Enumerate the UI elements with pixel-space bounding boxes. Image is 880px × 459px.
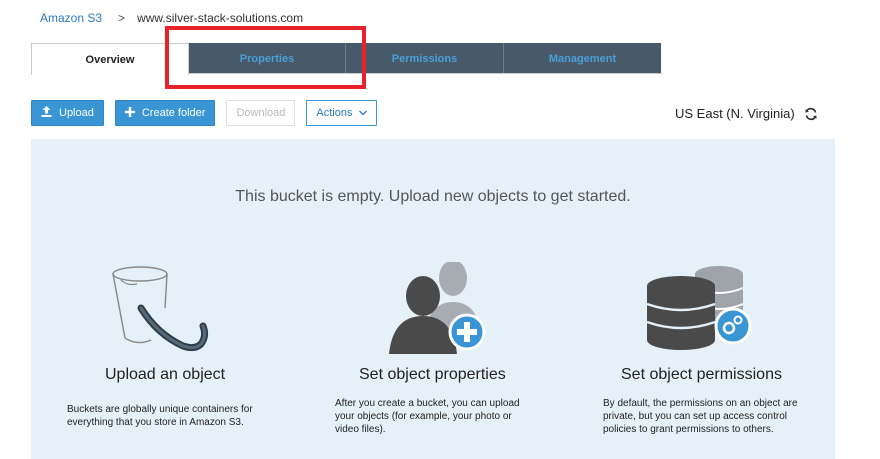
- upload-object-description: Buckets are globally unique containers f…: [67, 403, 253, 429]
- upload-button[interactable]: Upload: [31, 100, 104, 126]
- set-properties-description: After you create a bucket, you can uploa…: [335, 397, 520, 436]
- breadcrumb-bucket-name: www.silver-stack-solutions.com: [137, 11, 304, 25]
- refresh-icon[interactable]: [804, 107, 818, 121]
- tab-divider-gap: [32, 73, 188, 74]
- tab-overview[interactable]: Overview: [31, 43, 189, 75]
- breadcrumb: Amazon S3 > www.silver-stack-solutions.c…: [40, 11, 303, 25]
- tab-permissions[interactable]: Permissions: [346, 43, 504, 74]
- set-properties-line: After you create a bucket, you can uploa…: [335, 398, 520, 409]
- actions-label: Actions: [316, 107, 353, 119]
- set-permissions-description: By default, the permissions on an object…: [603, 397, 798, 436]
- set-permissions-title: Set object permissions: [621, 366, 782, 383]
- set-permissions-line: By default, the permissions on an object…: [603, 398, 798, 409]
- empty-bucket-message: This bucket is empty. Upload new objects…: [235, 188, 631, 205]
- download-button[interactable]: Download: [226, 100, 296, 126]
- database-gear-icon: [643, 264, 763, 369]
- create-folder-label: Create folder: [141, 107, 206, 119]
- chevron-down-icon: [359, 109, 368, 118]
- upload-object-line: everything that you store in Amazon S3.: [67, 417, 244, 428]
- empty-bucket-panel: This bucket is empty. Upload new objects…: [31, 139, 835, 459]
- users-plus-icon: [379, 260, 499, 367]
- create-folder-button[interactable]: Create folder: [114, 100, 216, 126]
- tab-management[interactable]: Management: [504, 43, 661, 74]
- set-properties-line: your objects (for example, your photo or: [335, 411, 512, 422]
- upload-object-title: Upload an object: [105, 366, 226, 383]
- upload-label: Upload: [59, 107, 94, 119]
- upload-object-line: Buckets are globally unique containers f…: [67, 404, 253, 415]
- bucket-tabs: Overview Properties Permissions Manageme…: [31, 43, 661, 75]
- plus-icon: [124, 106, 135, 120]
- toolbar: Upload Create folder Download Actions: [31, 100, 388, 126]
- tab-properties[interactable]: Properties: [189, 43, 346, 74]
- set-properties-title: Set object properties: [359, 366, 506, 383]
- breadcrumb-amazon-s3-link[interactable]: Amazon S3: [40, 11, 102, 25]
- set-permissions-line: private, but you can set up access contr…: [603, 411, 787, 422]
- bucket-icon: [107, 264, 217, 359]
- set-properties-line: video files).: [335, 424, 386, 435]
- breadcrumb-separator: >: [118, 11, 126, 25]
- actions-dropdown[interactable]: Actions: [306, 100, 378, 126]
- upload-icon: [41, 106, 52, 120]
- region-label: US East (N. Virginia): [675, 106, 795, 121]
- set-permissions-line: policies to grant permissions to others.: [603, 424, 774, 435]
